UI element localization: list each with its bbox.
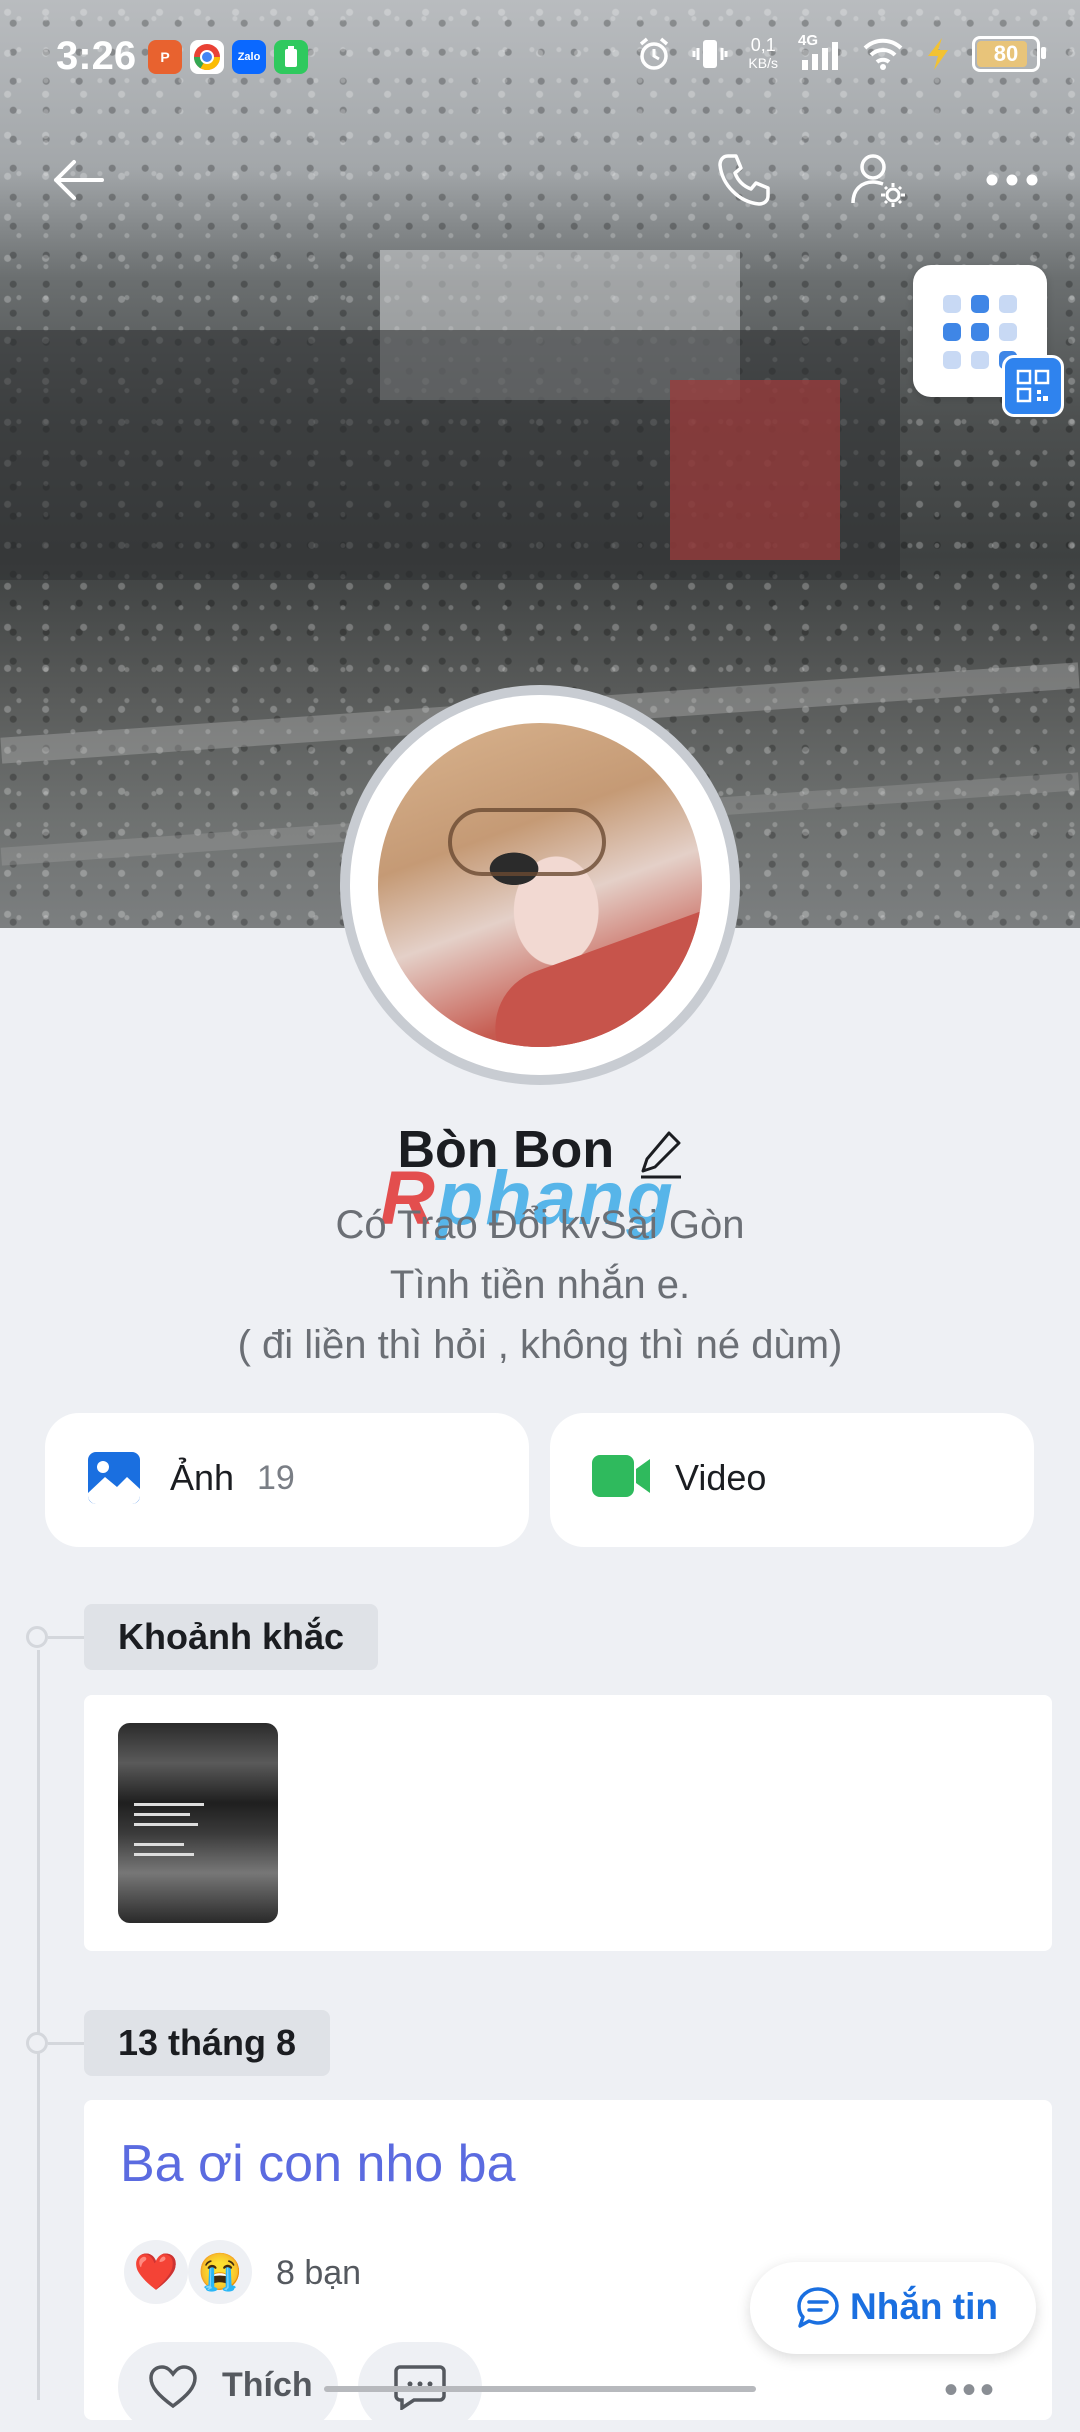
post-card[interactable]: Ba ơi con nho ba ❤️ 😭 8 bạn Thích ••• [84, 2100, 1052, 2432]
photos-card[interactable]: Ảnh 19 [45, 1413, 529, 1547]
date-chip: 13 tháng 8 [84, 2010, 331, 2076]
arrow-left-icon [54, 160, 104, 200]
chrome-icon [190, 40, 224, 74]
chat-bubble-icon [797, 2287, 839, 2328]
more-horizontal-icon [986, 174, 1038, 186]
status-time: 3:26 [56, 34, 137, 78]
more-options-button[interactable] [972, 140, 1052, 220]
moment-thumbnail[interactable] [118, 1723, 278, 1923]
message-label: Nhắn tin [850, 2286, 998, 2327]
pinterest-like-icon: P [148, 40, 182, 74]
qr-badge-icon[interactable] [1002, 355, 1064, 417]
phone-icon [718, 154, 770, 206]
notification-icons: P Zalo [148, 40, 308, 74]
video-label: Video [675, 1457, 767, 1498]
like-button[interactable]: Thích [118, 2342, 338, 2432]
cellular-signal-icon: 4G [798, 32, 842, 72]
call-button[interactable] [704, 140, 784, 220]
bio-line-1: Có Trao Đổi kvSài Gòn [335, 1203, 745, 1247]
moments-chip: Khoảnh khắc [84, 1604, 379, 1670]
charging-icon [928, 38, 948, 70]
status-indicators: 0,1 KB/s 4G 80 [636, 32, 1046, 72]
post-text: Ba ơi con nho ba [120, 2135, 516, 2193]
home-indicator[interactable] [324, 2386, 756, 2392]
photos-label: Ảnh [170, 1457, 235, 1498]
wifi-icon [863, 38, 903, 70]
image-icon [87, 1451, 141, 1510]
video-camera-icon [592, 1451, 652, 1506]
net-speed: 0,1 KB/s [748, 35, 778, 71]
timeline-line [37, 1650, 40, 2400]
like-label: Thích [222, 2366, 313, 2404]
reaction-count[interactable]: 8 bạn [276, 2254, 361, 2293]
message-button[interactable]: Nhắn tin [750, 2262, 1036, 2354]
zalo-icon: Zalo [232, 40, 266, 74]
user-settings-icon [851, 154, 905, 207]
heart-reaction-icon: ❤️ [124, 2240, 188, 2304]
back-button[interactable] [38, 140, 118, 220]
alarm-icon [640, 37, 669, 70]
heart-outline-icon [149, 2365, 197, 2409]
timeline-tick [48, 1636, 84, 1639]
profile-settings-button[interactable] [838, 140, 918, 220]
battery-indicator: 80 [972, 36, 1046, 72]
avatar[interactable] [378, 723, 702, 1047]
battery-saver-icon [274, 40, 308, 74]
timeline-tick [48, 2042, 84, 2045]
timeline-dot [26, 1626, 48, 1648]
video-card[interactable]: Video [550, 1413, 1034, 1547]
moments-card [84, 1695, 1052, 1951]
photos-count: 19 [257, 1459, 295, 1497]
timeline-dot [26, 2032, 48, 2054]
post-more-icon[interactable]: ••• [944, 2368, 998, 2413]
bio-line-2: Tình tiền nhắn e. [389, 1263, 691, 1307]
crying-reaction-icon: 😭 [188, 2240, 252, 2304]
bio-line-3: ( đi liền thì hỏi , không thì né dùm) [237, 1323, 843, 1367]
status-bar: 3:26 P Zalo 0,1 KB/s 4G 80 [0, 0, 1080, 110]
top-nav [0, 140, 1080, 230]
vibrate-icon [692, 40, 728, 68]
